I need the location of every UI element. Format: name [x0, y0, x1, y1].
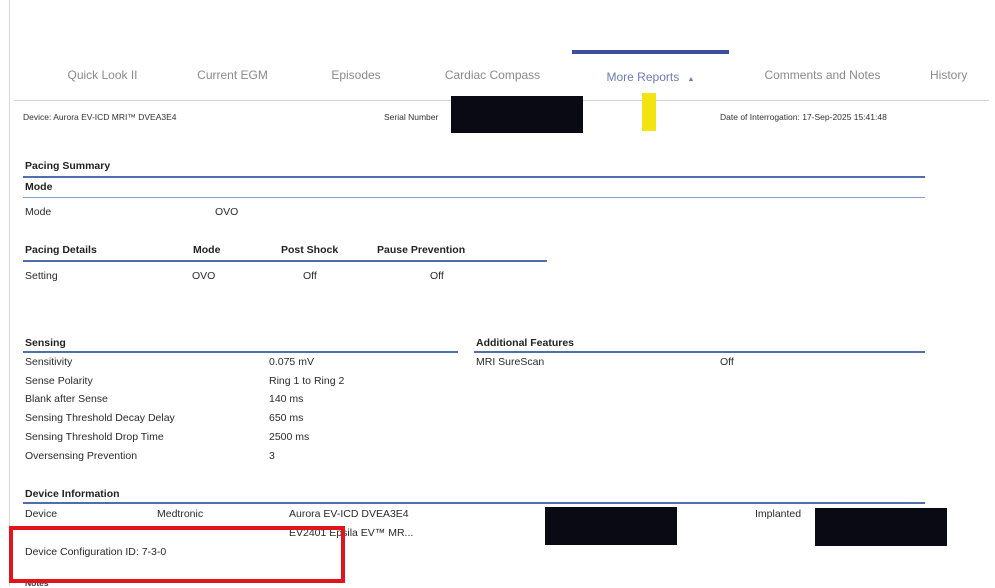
- sensing-row-value: 3: [269, 450, 275, 462]
- sensing-row-label: Sensing Threshold Drop Time: [25, 431, 164, 443]
- serial-number-label: Serial Number: [384, 112, 439, 122]
- manufacturer: Medtronic: [157, 508, 204, 520]
- tab-comments-notes[interactable]: Comments and Notes: [740, 50, 905, 100]
- device-name: Device: Aurora EV-ICD MRI™ DVEA3E4: [23, 112, 177, 122]
- pacing-summary-title: Pacing Summary: [25, 160, 111, 172]
- sensing-row-value: 140 ms: [269, 393, 304, 405]
- post-shock-value: Off: [303, 270, 317, 282]
- mode-header: Mode: [25, 181, 53, 193]
- device-model: Aurora EV-ICD DVEA3E4: [289, 508, 409, 520]
- tab-more-reports-label: More Reports: [606, 70, 680, 84]
- additional-features-rule: [474, 351, 925, 353]
- device-information-rule: [23, 502, 925, 504]
- pause-prevention-header: Pause Prevention: [377, 244, 466, 256]
- device-information-title: Device Information: [25, 488, 120, 500]
- post-shock-header: Post Shock: [281, 244, 339, 256]
- sensing-row-value: Ring 1 to Ring 2: [269, 375, 345, 387]
- pacing-details-header: Pacing Details: [25, 244, 97, 256]
- report-tabs: Quick Look II Current EGM Episodes Cardi…: [0, 50, 995, 100]
- caret-up-icon: ▲: [687, 76, 695, 83]
- mode-value: OVO: [215, 206, 239, 218]
- sensing-row-label: Sensitivity: [25, 356, 73, 368]
- mri-surescan-value: Off: [720, 356, 734, 368]
- mode-label: Mode: [25, 206, 52, 218]
- sensing-row-label: Sensing Threshold Decay Delay: [25, 412, 175, 424]
- implanted-label: Implanted: [755, 508, 802, 520]
- sensing-row-label: Sense Polarity: [25, 375, 93, 387]
- sensing-row-value: 0.075 mV: [269, 356, 314, 368]
- tab-cardiac-compass[interactable]: Cardiac Compass: [425, 50, 560, 100]
- interrogation-date: Date of Interrogation: 17-Sep-2025 15:41…: [720, 112, 887, 122]
- mri-surescan-label: MRI SureScan: [476, 356, 545, 368]
- setting-mode-value: OVO: [192, 270, 216, 282]
- pause-prevention-value: Off: [430, 270, 444, 282]
- device-label: Device: [25, 508, 58, 520]
- yellow-marker: [642, 93, 656, 131]
- redacted-implant-date: [815, 508, 947, 546]
- tab-current-egm[interactable]: Current EGM: [180, 50, 285, 100]
- tab-episodes[interactable]: Episodes: [310, 50, 402, 100]
- highlight-box: [9, 526, 345, 583]
- additional-features-title: Additional Features: [476, 337, 575, 349]
- tab-quick-look[interactable]: Quick Look II: [50, 50, 155, 100]
- sensing-row-label: Blank after Sense: [25, 393, 108, 405]
- pacing-summary-rule: [23, 176, 925, 178]
- sensing-row-label: Oversensing Prevention: [25, 450, 138, 462]
- sensing-row-value: 650 ms: [269, 412, 304, 424]
- redacted-device-serial: [545, 507, 677, 545]
- sensing-title: Sensing: [25, 337, 66, 349]
- tab-history[interactable]: History: [930, 50, 995, 100]
- redacted-serial: [451, 96, 583, 133]
- setting-label: Setting: [25, 270, 58, 282]
- sensing-row-value: 2500 ms: [269, 431, 310, 443]
- pacing-details-rule: [23, 260, 547, 262]
- mode-rule: [23, 197, 925, 198]
- pacing-details-mode-header: Mode: [193, 244, 221, 256]
- sensing-rule: [23, 351, 458, 353]
